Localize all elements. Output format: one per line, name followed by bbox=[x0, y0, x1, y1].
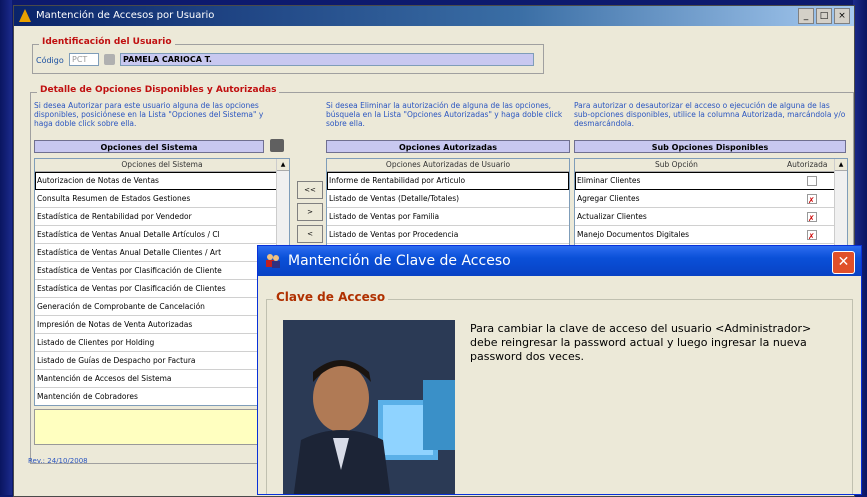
sistema-list-item-label: Estadística de Rentabilidad por Vendedor bbox=[37, 212, 192, 221]
sistema-list-item[interactable]: Estadística de Ventas por Clasificación … bbox=[35, 280, 277, 298]
sistema-list-item-label: Listado de Clientes por Holding bbox=[37, 338, 155, 347]
app-icon bbox=[19, 9, 31, 22]
detalle-legend: Detalle de Opciones Disponibles y Autori… bbox=[37, 85, 280, 95]
autorizadas-list-item-label: Listado de Ventas por Familia bbox=[329, 212, 440, 221]
subopcion-list-item[interactable]: Agregar Clientes bbox=[575, 190, 835, 208]
autorizada-column-label[interactable]: Autorizada bbox=[787, 159, 827, 171]
sistema-column-header[interactable]: Opciones del Sistema bbox=[35, 159, 289, 172]
sistema-list-item-label: Estadística de Ventas por Clasificación … bbox=[37, 266, 222, 275]
sistema-list[interactable]: Opciones del Sistema Autorizacion de Not… bbox=[34, 158, 290, 406]
sistema-list-item-label: Listado de Guías de Despacho por Factura bbox=[37, 356, 196, 365]
sistema-list-item[interactable]: Generación de Comprobante de Cancelación bbox=[35, 298, 277, 316]
subopcion-list-item-label: Agregar Clientes bbox=[577, 194, 640, 203]
sistema-list-item[interactable]: Listado de Guías de Despacho por Factura bbox=[35, 352, 277, 370]
sistema-list-item[interactable]: Impresión de Notas de Venta Autorizadas bbox=[35, 316, 277, 334]
sistema-list-item[interactable]: Autorizacion de Notas de Ventas bbox=[35, 172, 277, 190]
autorizadas-header: Opciones Autorizadas bbox=[326, 140, 570, 153]
operator-photo bbox=[283, 320, 455, 494]
sistema-list-item-label: Estadística de Ventas por Clasificación … bbox=[37, 284, 226, 293]
autorizadas-list-item-label: Listado de Ventas (Detalle/Totales) bbox=[329, 194, 460, 203]
clave-legend: Clave de Acceso bbox=[273, 290, 389, 304]
subopcion-list-item-label: Actualizar Clientes bbox=[577, 212, 647, 221]
autorizada-checkbox[interactable] bbox=[807, 228, 817, 243]
autorizadas-list-item[interactable]: Listado de Ventas por Procedencia bbox=[327, 226, 569, 244]
dialog-titlebar[interactable]: Mantención de Clave de Acceso ✕ bbox=[258, 246, 861, 276]
sistema-list-item-label: Autorizacion de Notas de Ventas bbox=[37, 176, 159, 185]
sistema-list-item[interactable]: Consulta Resumen de Estados Gestiones bbox=[35, 190, 277, 208]
move-right-button[interactable]: > bbox=[297, 203, 323, 221]
autorizada-checkbox[interactable] bbox=[807, 210, 817, 225]
subopcion-list-item-label: Manejo Documentos Digitales bbox=[577, 230, 690, 239]
subopcion-list-item[interactable]: Actualizar Clientes bbox=[575, 208, 835, 226]
sistema-list-item[interactable]: Mantención de Accesos del Sistema bbox=[35, 370, 277, 388]
sistema-list-item-label: Estadística de Ventas Anual Detalle Clie… bbox=[37, 248, 222, 257]
codigo-label: Código bbox=[36, 56, 64, 65]
subopciones-header: Sub Opciones Disponibles bbox=[574, 140, 846, 153]
identificacion-legend: Identificación del Usuario bbox=[39, 37, 175, 47]
dialog-message: Para cambiar la clave de acceso del usua… bbox=[470, 322, 812, 363]
sistema-list-item-label: Impresión de Notas de Venta Autorizadas bbox=[37, 320, 193, 329]
hint-autorizadas: Si desea Eliminar la autorización de alg… bbox=[326, 101, 563, 128]
autorizadas-list-item[interactable]: Informe de Rentabilidad por Articulo bbox=[327, 172, 569, 190]
user-name-field: PAMELA CARIOCA T. bbox=[120, 53, 534, 66]
clave-dialog: Mantención de Clave de Acceso ✕ Clave de… bbox=[257, 245, 862, 495]
sistema-list-item-label: Estadística de Ventas Anual Detalle Artí… bbox=[37, 230, 220, 239]
move-all-left-button[interactable]: << bbox=[297, 181, 323, 199]
autorizadas-column-header[interactable]: Opciones Autorizadas de Usuario bbox=[327, 159, 569, 172]
subopcion-list-item[interactable]: Eliminar Clientes bbox=[575, 172, 835, 190]
sistema-list-item[interactable]: Listado de Clientes por Holding bbox=[35, 334, 277, 352]
close-button[interactable]: × bbox=[834, 8, 850, 24]
sistema-list-item-label: Consulta Resumen de Estados Gestiones bbox=[37, 194, 191, 203]
sistema-note-box bbox=[34, 409, 292, 445]
autorizada-checkbox[interactable] bbox=[807, 192, 817, 207]
codigo-field[interactable]: PCT bbox=[69, 53, 99, 66]
dialog-title: Mantención de Clave de Acceso bbox=[288, 253, 511, 269]
main-titlebar[interactable]: Mantención de Accesos por Usuario _ □ × bbox=[14, 6, 854, 26]
scroll-up-icon[interactable]: ▲ bbox=[835, 159, 847, 171]
sistema-list-item-label: Mantención de Accesos del Sistema bbox=[37, 374, 172, 383]
sistema-list-item[interactable]: Mantención de Cobradores bbox=[35, 388, 277, 405]
subopcion-list-item[interactable]: Manejo Documentos Digitales bbox=[575, 226, 835, 244]
sistema-list-item-label: Generación de Comprobante de Cancelación bbox=[37, 302, 205, 311]
autorizada-checkbox[interactable] bbox=[807, 176, 817, 186]
subopcion-column-label[interactable]: Sub Opción bbox=[655, 159, 698, 171]
operator-illustration bbox=[283, 320, 455, 494]
scroll-up-icon[interactable]: ▲ bbox=[277, 159, 289, 171]
hint-subopciones: Para autorizar o desautorizar el acceso … bbox=[574, 101, 846, 128]
subopciones-column-header: Sub Opción Autorizada bbox=[575, 159, 847, 172]
sistema-list-item[interactable]: Estadística de Ventas Anual Detalle Artí… bbox=[35, 226, 277, 244]
autorizadas-list-item[interactable]: Listado de Ventas por Familia bbox=[327, 208, 569, 226]
maximize-button[interactable]: □ bbox=[816, 8, 832, 24]
autorizadas-list-item-label: Informe de Rentabilidad por Articulo bbox=[329, 176, 466, 185]
users-icon bbox=[266, 254, 280, 268]
sistema-list-item[interactable]: Estadística de Rentabilidad por Vendedor bbox=[35, 208, 277, 226]
sistema-list-item-label: Mantención de Cobradores bbox=[37, 392, 138, 401]
revision-label: Rev.: 24/10/2008 bbox=[28, 457, 88, 465]
sistema-list-item[interactable]: Estadística de Ventas por Clasificación … bbox=[35, 262, 277, 280]
user-lookup-icon[interactable] bbox=[104, 54, 115, 65]
main-window-title: Mantención de Accesos por Usuario bbox=[36, 10, 215, 21]
sistema-header: Opciones del Sistema bbox=[34, 140, 264, 153]
minimize-button[interactable]: _ bbox=[798, 8, 814, 24]
autorizadas-list-item-label: Listado de Ventas por Procedencia bbox=[329, 230, 459, 239]
dialog-close-button[interactable]: ✕ bbox=[832, 251, 855, 274]
hint-sistema: Si desea Autorizar para este usuario alg… bbox=[34, 101, 264, 128]
autorizadas-list-item[interactable]: Listado de Ventas (Detalle/Totales) bbox=[327, 190, 569, 208]
desktop-edge-left bbox=[0, 0, 12, 495]
print-icon[interactable] bbox=[270, 139, 284, 152]
move-left-button[interactable]: < bbox=[297, 225, 323, 243]
sistema-list-item[interactable]: Estadística de Ventas Anual Detalle Clie… bbox=[35, 244, 277, 262]
subopcion-list-item-label: Eliminar Clientes bbox=[577, 176, 641, 185]
